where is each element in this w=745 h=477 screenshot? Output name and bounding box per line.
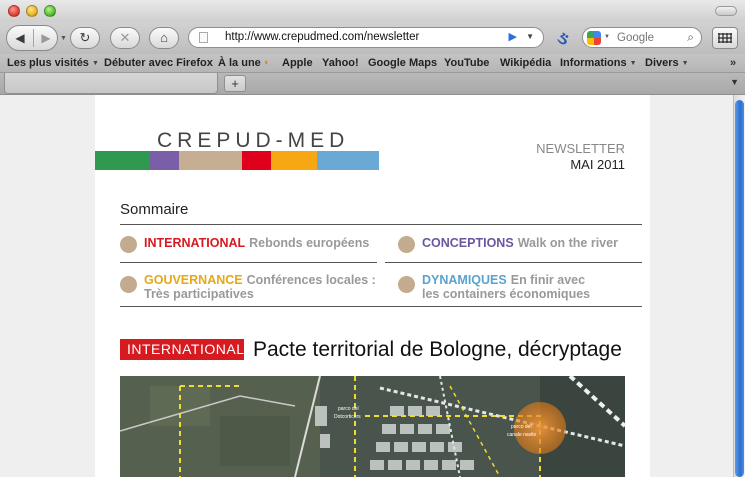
tab-list-dropdown-icon[interactable]: ▼ <box>730 77 739 87</box>
article-aerial-map-image[interactable]: parco del Dotcorticers parco del canale … <box>120 376 625 477</box>
new-tab-button[interactable]: + <box>224 75 246 92</box>
map-label: Dotcorticers <box>334 414 361 420</box>
go-arrow-icon[interactable]: ▶ <box>509 30 517 43</box>
logo-color-segment <box>317 151 379 170</box>
divider <box>120 306 642 307</box>
bullet-dot-icon <box>120 236 137 253</box>
navigation-toolbar: ◀ ▶ ▼ ↻ ✕ ⌂ http://www.crepudmed.com/new… <box>0 22 745 54</box>
forward-button[interactable]: ▶ <box>33 26 59 50</box>
back-arrow-icon: ◀ <box>15 31 25 45</box>
item-description: Walk on the river <box>517 236 618 250</box>
sommaire-title: Sommaire <box>120 201 189 218</box>
bullet-dot-icon <box>398 236 415 253</box>
rss-icon: ◗ <box>263 57 270 67</box>
article-title[interactable]: Pacte territorial de Bologne, décryptage <box>253 338 622 362</box>
bookmarks-toolbar: Les plus visités ▼ Débuter avec Firefox À… <box>0 54 745 73</box>
dropdown-arrow-icon: ▼ <box>681 60 689 67</box>
map-label: parco del <box>511 424 532 430</box>
item-description-line2: les containers économiques <box>422 287 591 301</box>
minimize-window-button[interactable] <box>26 5 38 17</box>
addon-swirl-icon[interactable]: ઙ <box>552 27 574 49</box>
forward-arrow-icon: ▶ <box>41 31 51 45</box>
home-icon: ⌂ <box>160 30 168 45</box>
toolbar-toggle-button[interactable] <box>715 6 737 16</box>
window-title-bar <box>0 0 745 22</box>
logo-color-segment <box>179 151 242 170</box>
address-bar[interactable]: http://www.crepudmed.com/newsletter ▶ ▼ <box>188 27 544 48</box>
bookmark-youtube[interactable]: YouTube <box>444 57 489 69</box>
item-description: En finir avec <box>510 273 586 287</box>
newsletter-label: NEWSLETTER <box>536 141 625 156</box>
tab-strip: + ▼ <box>0 73 745 95</box>
bookmark-divers[interactable]: Divers ▼ <box>645 57 689 69</box>
url-text[interactable]: http://www.crepudmed.com/newsletter <box>225 31 419 43</box>
newsletter-page: CREPUD-MED NEWSLETTER MAI 2011 Sommaire … <box>95 95 650 477</box>
bookmark-debuter-avec-firefox[interactable]: Débuter avec Firefox <box>104 57 213 69</box>
home-button[interactable]: ⌂ <box>149 27 179 49</box>
category-label: DYNAMIQUES <box>422 273 507 287</box>
reload-icon: ↻ <box>79 30 91 45</box>
bookmark-apple[interactable]: Apple <box>282 57 313 69</box>
category-label: INTERNATIONAL <box>144 236 246 250</box>
logo-color-segment <box>242 151 271 170</box>
back-forward-group: ◀ ▶ <box>6 25 58 51</box>
close-window-button[interactable] <box>8 5 20 17</box>
bookmark-informations[interactable]: Informations ▼ <box>560 57 637 69</box>
google-engine-icon[interactable] <box>587 31 601 45</box>
history-dropdown-icon[interactable]: ▼ <box>60 35 67 42</box>
logo-color-segment <box>271 151 317 170</box>
map-label: canale navile <box>507 432 536 438</box>
aerial-map-drawing: parco del Dotcorticers parco del canale … <box>120 376 625 477</box>
tab-overview-button[interactable] <box>712 27 738 49</box>
search-input[interactable] <box>617 30 677 45</box>
divider <box>120 224 642 225</box>
stop-icon: ✕ <box>119 30 131 45</box>
search-bar[interactable]: ▼ ⌕ <box>582 27 702 48</box>
newsletter-date: MAI 2011 <box>570 157 625 172</box>
dropdown-arrow-icon: ▼ <box>91 60 99 67</box>
category-label: CONCEPTIONS <box>422 236 514 250</box>
zoom-window-button[interactable] <box>44 5 56 17</box>
category-label: GOUVERNANCE <box>144 273 243 287</box>
bullet-dot-icon <box>120 276 137 293</box>
logo-color-bar <box>95 151 379 170</box>
divider <box>385 262 642 263</box>
dropdown-arrow-icon: ▼ <box>629 60 637 67</box>
reload-button[interactable]: ↻ <box>70 27 100 49</box>
map-label: parco del <box>338 406 359 412</box>
bookmark-a-la-une[interactable]: À la une ◗ <box>218 57 269 69</box>
search-magnifier-icon[interactable]: ⌕ <box>687 30 694 45</box>
logo-color-segment <box>95 151 150 170</box>
item-description: Rebonds européens <box>249 236 370 250</box>
bookmark-wikipedia[interactable]: Wikipédia <box>500 57 551 69</box>
divider <box>120 262 377 263</box>
url-history-dropdown-icon[interactable]: ▼ <box>526 32 534 41</box>
item-description: Conférences locales : <box>246 273 376 287</box>
crepudmed-logo[interactable]: CREPUD-MED <box>157 129 349 153</box>
page-viewport: CREPUD-MED NEWSLETTER MAI 2011 Sommaire … <box>0 95 733 477</box>
scrollbar-thumb[interactable] <box>735 100 744 477</box>
engine-dropdown-icon[interactable]: ▼ <box>604 34 610 40</box>
back-button[interactable]: ◀ <box>7 26 33 50</box>
logo-color-segment <box>150 151 179 170</box>
bookmark-les-plus-visites[interactable]: Les plus visités ▼ <box>7 57 99 69</box>
bullet-dot-icon <box>398 276 415 293</box>
page-favicon-icon <box>199 32 208 43</box>
item-description-line2: Très participatives <box>144 287 254 301</box>
vertical-scrollbar[interactable] <box>733 95 745 477</box>
bookmark-google-maps[interactable]: Google Maps <box>368 57 437 69</box>
bookmark-yahoo[interactable]: Yahoo! <box>322 57 359 69</box>
grid-icon <box>718 33 732 43</box>
stop-button[interactable]: ✕ <box>110 27 140 49</box>
active-tab[interactable] <box>4 73 218 94</box>
article-category-tag[interactable]: INTERNATIONAL <box>120 339 244 360</box>
bookmarks-overflow-button[interactable]: » <box>730 57 736 69</box>
